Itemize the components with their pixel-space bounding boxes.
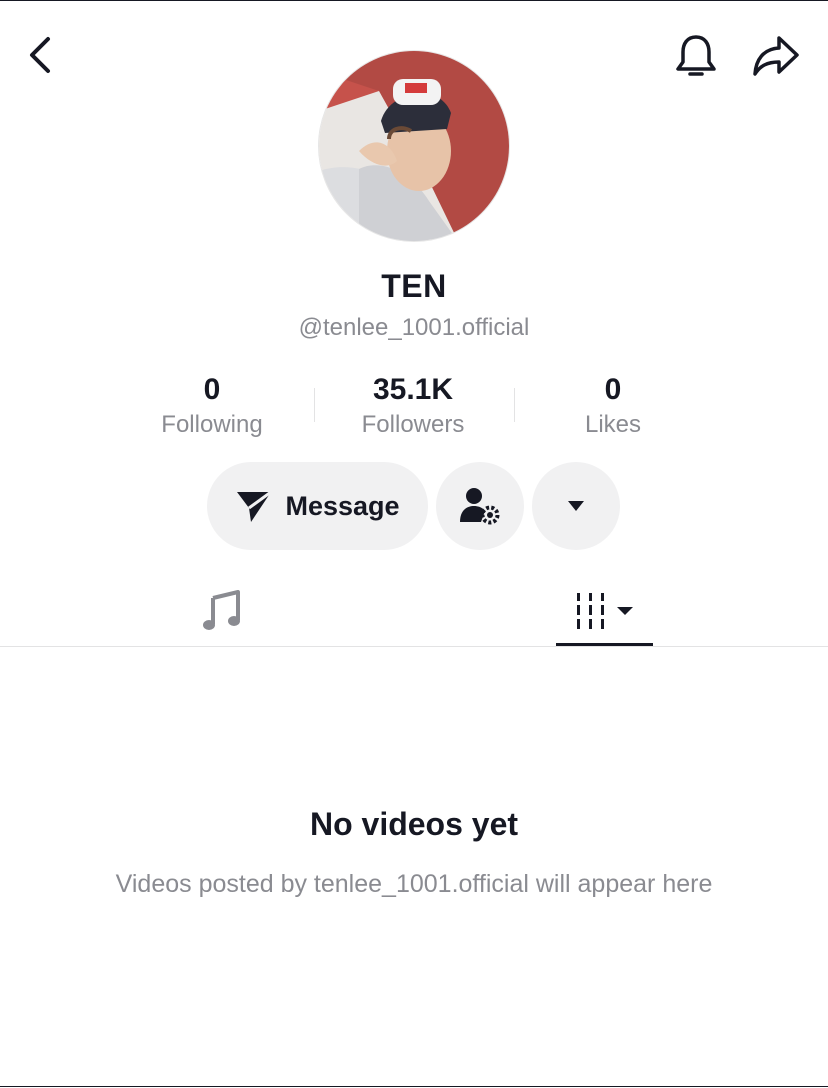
tab-music[interactable]: [172, 576, 272, 646]
empty-state-title: No videos yet: [309, 806, 519, 842]
empty-state-subtitle: Videos posted by tenlee_1001.official wi…: [115, 870, 713, 898]
person-settings-icon: [460, 488, 500, 525]
back-button[interactable]: [18, 30, 62, 80]
tab-videos[interactable]: [556, 576, 654, 646]
stat-value: 0: [203, 373, 221, 406]
send-plane-icon: [237, 490, 273, 522]
top-border: [0, 0, 828, 1]
message-button[interactable]: Message: [207, 462, 428, 550]
bottom-border: [0, 1086, 828, 1087]
friend-settings-button[interactable]: [436, 462, 524, 550]
stat-followers[interactable]: 35.1K Followers: [313, 372, 513, 442]
profile-handle: @tenlee_1001.official: [298, 314, 530, 341]
profile-avatar[interactable]: [318, 50, 510, 242]
profile-photo: [319, 51, 509, 241]
share-button[interactable]: [748, 30, 804, 82]
chevron-left-icon: [30, 37, 50, 73]
stat-following[interactable]: 0 Following: [112, 372, 312, 442]
stat-likes[interactable]: 0 Likes: [513, 372, 713, 442]
stat-value: 0: [604, 373, 622, 406]
grid-sort-icon: [577, 593, 633, 629]
profile-name: TEN: [381, 268, 447, 304]
stat-label: Likes: [584, 411, 642, 438]
more-options-button[interactable]: [532, 462, 620, 550]
bell-icon: [676, 35, 716, 76]
message-label: Message: [285, 490, 400, 521]
stat-value: 35.1K: [372, 373, 454, 406]
stat-label: Following: [161, 411, 263, 438]
music-note-icon: [203, 590, 240, 630]
notification-bell-button[interactable]: [670, 30, 722, 82]
stat-label: Followers: [361, 411, 465, 438]
tabs-divider: [0, 646, 828, 647]
share-arrow-icon: [753, 36, 799, 76]
caret-down-icon: [568, 501, 584, 511]
